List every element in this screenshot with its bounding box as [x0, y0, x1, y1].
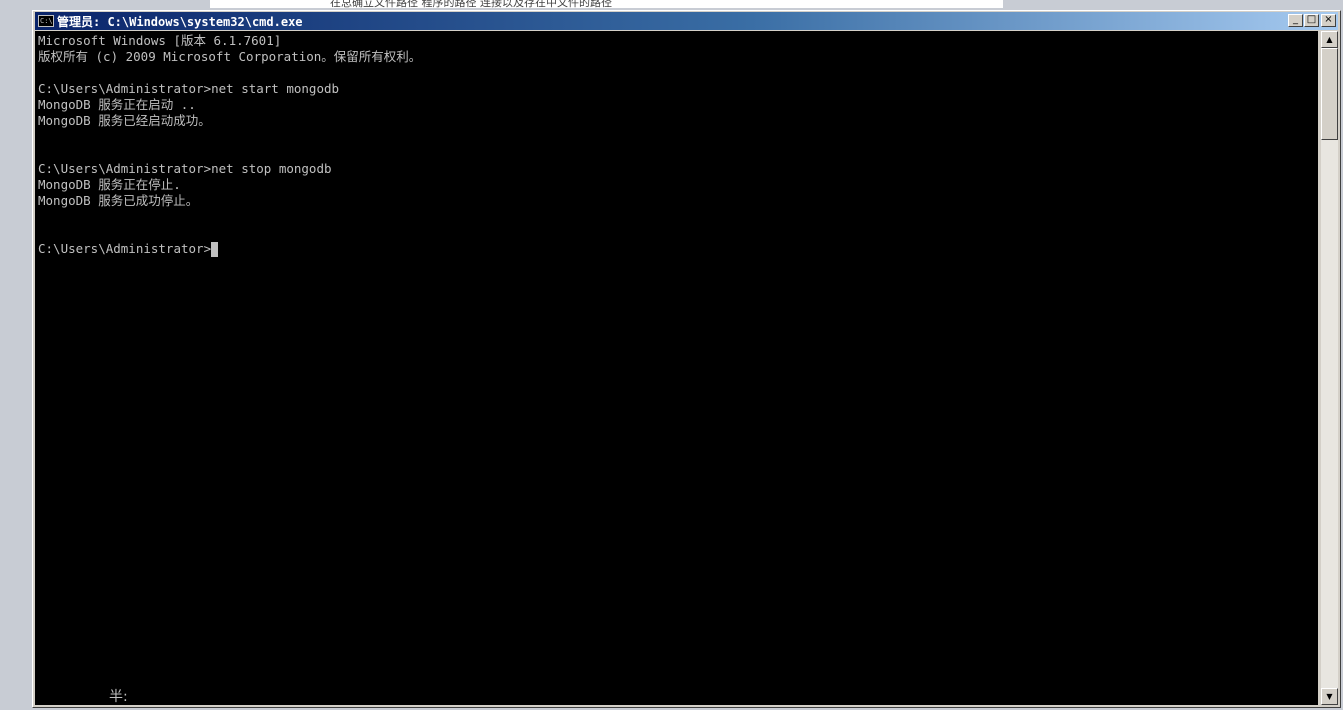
prompt-text: C:\Users\Administrator>: [38, 241, 212, 256]
console-line: MongoDB 服务已经启动成功。: [38, 113, 211, 128]
console-output[interactable]: Microsoft Windows [版本 6.1.7601] 版权所有 (c)…: [35, 31, 1318, 705]
desktop: 在总确立文件路径 程序的路径 连接以及存在中文件的路径 C:\ 管理员: C:\…: [0, 0, 1343, 710]
text-cursor: [211, 242, 219, 257]
console-line: MongoDB 服务正在停止.: [38, 177, 181, 192]
console-line: MongoDB 服务正在启动 ..: [38, 97, 196, 112]
scroll-thumb[interactable]: [1321, 48, 1338, 140]
background-window-strip: 在总确立文件路径 程序的路径 连接以及存在中文件的路径: [210, 0, 1003, 8]
cmd-window: C:\ 管理员: C:\Windows\system32\cmd.exe _ □…: [32, 10, 1341, 708]
vertical-scrollbar[interactable]: ▲ ▼: [1321, 31, 1338, 705]
minimize-button[interactable]: _: [1288, 14, 1303, 27]
window-title: 管理员: C:\Windows\system32\cmd.exe: [57, 14, 303, 29]
scroll-up-button[interactable]: ▲: [1321, 31, 1338, 48]
prompt-line[interactable]: C:\Users\Administrator>: [38, 241, 219, 257]
close-button[interactable]: ×: [1321, 14, 1336, 27]
console-line: C:\Users\Administrator>net start mongodb: [38, 81, 340, 96]
console-line: C:\Users\Administrator>net stop mongodb: [38, 161, 332, 176]
window-controls: _ □ ×: [1287, 14, 1336, 27]
console-line: 版权所有 (c) 2009 Microsoft Corporation。保留所有…: [38, 49, 422, 64]
maximize-button[interactable]: □: [1304, 14, 1319, 27]
console-line: Microsoft Windows [版本 6.1.7601]: [38, 33, 282, 48]
ime-status: 半:: [109, 689, 128, 705]
scroll-down-button[interactable]: ▼: [1321, 688, 1338, 705]
cmd-icon[interactable]: C:\: [38, 15, 54, 27]
title-bar[interactable]: C:\ 管理员: C:\Windows\system32\cmd.exe _ □…: [35, 12, 1338, 30]
console-line: MongoDB 服务已成功停止。: [38, 193, 199, 208]
